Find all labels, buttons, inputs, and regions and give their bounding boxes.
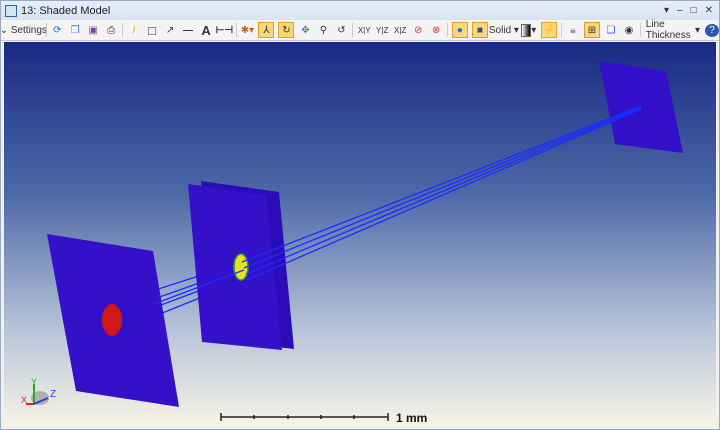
divider [235,23,237,37]
line-icon[interactable]: — [181,23,195,37]
toolbar: ⌄ Settings ⟳ ❐ ▣ ⎙ / □ ↗ — A ⊢⊣ ✱▾ ⅄ ↻ ✥… [0,19,720,41]
gradient-icon[interactable]: ▾ [520,23,537,37]
xy-view-button[interactable]: X|Y [357,23,371,37]
spot-diagram [102,304,122,336]
ray [243,106,642,269]
save-icon[interactable]: ▣ [86,23,100,37]
light-icon[interactable]: ✱▾ [240,23,254,37]
pencil-icon[interactable]: / [127,23,141,37]
axis-triad: Y Z X [21,377,56,405]
dropdown-button[interactable]: ▾ [664,5,669,16]
ray [245,107,642,275]
scale-label: 1 mm [396,411,427,425]
z-axis-label: Z [50,389,56,400]
window-title: 13: Shaded Model [21,4,111,17]
lock-icon[interactable]: 🔒︎ [566,23,580,37]
reset-icon[interactable]: ↺ [334,23,348,37]
window-icon[interactable]: ❏ [604,23,618,37]
ray [241,105,642,263]
app-icon [5,4,17,17]
scale-bar [220,413,389,421]
text-icon[interactable]: A [199,23,213,38]
minimize-button[interactable]: – [677,5,683,16]
yz-view-button[interactable]: Y|Z [375,23,389,37]
no-rays-icon[interactable]: ⊘ [411,23,425,37]
x-axis-label: X [21,395,27,405]
maximize-button[interactable]: □ [691,5,697,16]
xz-view-button[interactable]: X|Z [393,23,407,37]
rectangle-icon[interactable]: □ [145,23,159,38]
shade-icon[interactable]: ● [451,22,468,38]
settings-button[interactable]: ⌄ Settings [0,23,47,37]
divider [561,23,562,37]
box-icon[interactable]: ■ [471,22,488,38]
divider [352,23,354,37]
fit-icon[interactable]: ⊞ [583,22,600,38]
print-icon[interactable]: ⎙ [104,23,118,37]
window: 13: Shaded Model ▾ – □ ✕ ⌄ Settings ⟳ ❐ … [0,0,720,430]
line-thickness-label: Line Thickness [645,19,691,41]
divider [122,23,124,37]
help-icon[interactable]: ? [705,23,720,37]
refresh-circle-icon[interactable]: ◉ [622,23,636,37]
settings-label: Settings [10,24,47,36]
line-thickness-dropdown[interactable]: Line Thickness ▾ [645,19,701,41]
pan-icon[interactable]: ✥ [298,23,312,37]
divider [447,23,448,37]
y-axis-label: Y [31,377,37,387]
solid-label: Solid [488,24,512,36]
copy-icon[interactable]: ❐ [68,23,82,37]
arrow-icon[interactable]: ↗ [163,23,177,37]
no-surface-icon[interactable]: ⊗ [429,23,443,37]
axes-icon[interactable]: ⅄ [258,22,275,38]
title-bar: 13: Shaded Model ▾ – □ ✕ [1,1,719,20]
close-button[interactable]: ✕ [705,5,713,16]
shaded-model-scene: Y Z X 1 mm [21,61,683,425]
zoom-icon[interactable]: ⚲ [316,23,330,37]
dimension-icon[interactable]: ⊢⊣ [216,23,233,37]
rotate-icon[interactable]: ↻ [278,22,295,38]
divider [45,23,47,37]
3d-viewport[interactable]: Y Z X 1 mm [4,42,716,426]
flashlight-icon[interactable]: ⚡ [541,22,558,38]
divider [639,23,641,37]
refresh-icon[interactable]: ⟳ [50,23,64,37]
ray [246,108,642,281]
solid-dropdown[interactable]: Solid ▾ [488,23,519,37]
